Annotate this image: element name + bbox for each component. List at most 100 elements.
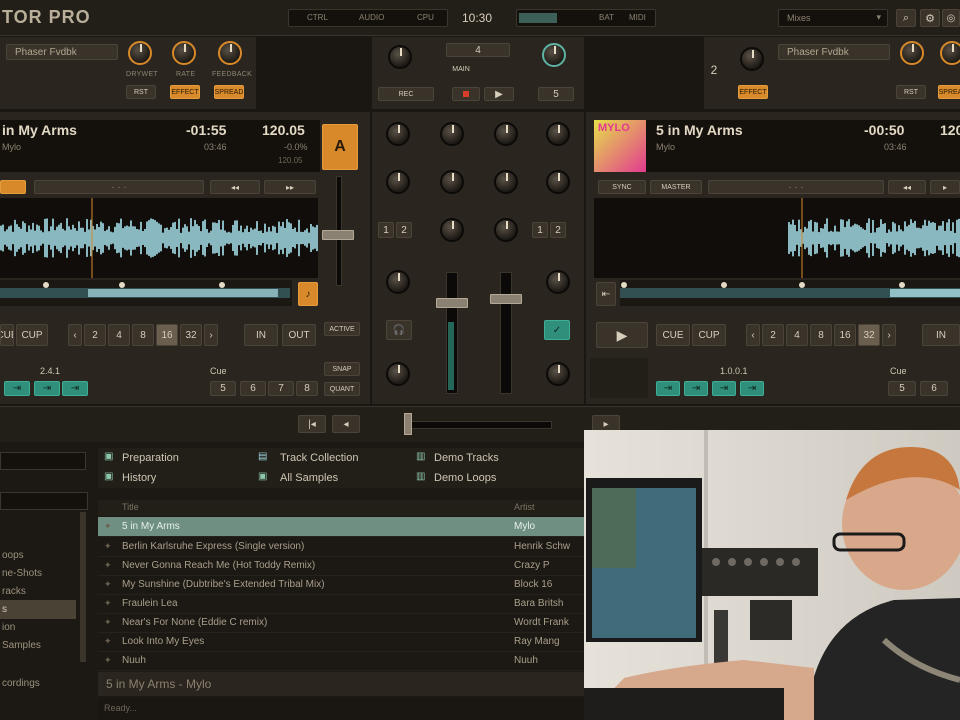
channel-fader-b-track[interactable] [500,272,512,394]
hi-knob-a[interactable] [386,170,410,194]
fx-rate-knob[interactable] [940,41,960,65]
mid-knob-c[interactable] [494,218,518,242]
hi-knob-d[interactable] [546,170,570,194]
hotcue-6[interactable]: 6 [920,381,948,396]
tree-scrollbar[interactable] [80,512,86,662]
hotcue-2[interactable]: ⇥ [684,381,708,396]
gear-icon[interactable]: ⚙ [920,9,940,27]
loop-size[interactable]: 4 [786,324,808,346]
master-small-button[interactable]: 5 [538,87,574,101]
loop-shrink[interactable]: ‹ [746,324,760,346]
fx-effect-button[interactable]: EFFECT [738,85,768,99]
fx-assign-1[interactable]: 1 [378,222,394,238]
deck-a-nav-back[interactable]: ◂ [332,415,360,433]
loop-grow[interactable]: › [204,324,218,346]
table-row[interactable]: ✦ Berlin Karlsruhe Express (Single versio… [98,537,584,557]
lo-knob-d[interactable] [546,270,570,294]
fullscreen-icon[interactable]: ◎ [942,9,960,27]
hotcue-5[interactable]: 5 [888,381,916,396]
cup-button[interactable]: CUP [692,324,726,346]
fx-rate-knob[interactable] [172,41,196,65]
table-row[interactable]: ✦ Look Into My Eyes Ray Mang [98,632,584,652]
fx-select-a[interactable]: Phaser Fvdbk [6,44,118,60]
favorite-item[interactable]: ▣ All Samples [258,470,414,486]
channel-fader-a-cap[interactable] [436,298,468,308]
table-row[interactable]: ✦ Never Gonna Reach Me (Hot Toddy Remix) C… [98,556,584,576]
beatjump-fwd[interactable]: ▸ [930,180,960,194]
loop-size[interactable]: 2 [762,324,784,346]
browser-search[interactable] [0,452,86,470]
fx-effect-button[interactable]: EFFECT [170,85,200,99]
rec-dropdown[interactable]: REC [378,87,434,101]
record-button[interactable] [452,87,480,101]
cue-toggle-b[interactable]: ✓ [544,320,570,340]
hotcue-4[interactable]: ⇥ [740,381,764,396]
loop-out-button[interactable]: OUT [282,324,316,346]
fx-assign-3[interactable]: 1 [532,222,548,238]
hi-knob-b[interactable] [440,170,464,194]
lo-knob-a[interactable] [386,270,410,294]
cue-button[interactable]: CUE [0,324,14,346]
deck-letter[interactable]: A [322,124,358,170]
flag-button[interactable]: ♪ [298,282,318,306]
gain-knob-d[interactable] [546,122,570,146]
beatjump-back[interactable]: ◂◂ [888,180,926,194]
hotcue-2[interactable]: ⇥ [34,381,60,396]
table-row[interactable]: ✦ My Sunshine (Dubtribe's Extended Tribal… [98,575,584,595]
play-button[interactable]: ▶ [596,322,648,348]
mix-knob[interactable] [542,43,566,67]
crossfader-cap[interactable] [404,413,412,435]
favorite-item[interactable]: ▤ Track Collection [258,450,414,466]
active-button[interactable]: ACTIVE [324,322,360,336]
snap-button[interactable]: SNAP [324,362,360,376]
hotcue-6[interactable]: 6 [240,381,266,396]
filter-knob-d[interactable] [546,362,570,386]
loop-shrink[interactable]: ‹ [68,324,82,346]
layout-select[interactable]: Mixes ▾ [778,9,888,27]
loop-size[interactable]: 8 [810,324,832,346]
overview-a[interactable] [0,280,292,306]
column-artist[interactable]: Artist [514,502,535,512]
mid-knob-b[interactable] [440,218,464,242]
hi-knob-c[interactable] [494,170,518,194]
favorite-item[interactable]: ▥ Demo Loops [416,470,566,486]
fx-feedback-knob[interactable] [218,41,242,65]
crossfader-track[interactable] [410,421,552,429]
table-row[interactable]: ✦ Near's For None (Eddie C remix) Wordt Fr… [98,613,584,633]
hotcue-1[interactable]: ⇥ [4,381,30,396]
fx-drywet-knob[interactable] [900,41,924,65]
fx-drywet-knob[interactable] [128,41,152,65]
overview-b[interactable] [620,280,960,306]
loop-size[interactable]: 2 [84,324,106,346]
hotcue-8[interactable]: 8 [296,381,318,396]
loop-size[interactable]: 16 [156,324,178,346]
quant-button[interactable]: QUANT [324,382,360,396]
master-button[interactable]: MASTER [650,180,702,194]
sync-button[interactable] [0,180,26,194]
search-icon[interactable]: ⌕ [896,9,916,27]
favorite-item[interactable]: ▣ History [98,470,254,486]
master-volume-knob[interactable] [388,45,412,69]
fx-b-knob[interactable] [740,47,764,71]
hotcue-7[interactable]: 7 [268,381,294,396]
favorite-item[interactable]: ▥ Demo Tracks [416,450,566,466]
gain-knob-c[interactable] [494,122,518,146]
cup-button[interactable]: CUP [16,324,48,346]
loop-size[interactable]: 16 [834,324,856,346]
loop-in-button[interactable]: IN [922,324,960,346]
sync-button[interactable]: SYNC [598,180,646,194]
hotcue-3[interactable]: ⇥ [712,381,736,396]
browser-search-2[interactable] [0,492,88,510]
beatjump-fwd[interactable]: ▸▸ [264,180,316,194]
tree-item[interactable]: racks [0,582,86,601]
play-button[interactable]: ▶ [484,87,514,101]
tree-item[interactable]: Samples [0,636,86,655]
beatjump-back[interactable]: ◂◂ [210,180,260,194]
channel-fader-b-cap[interactable] [490,294,522,304]
favorite-item[interactable]: ▣ Preparation [98,450,254,466]
loop-size[interactable]: 32 [180,324,202,346]
tree-item[interactable]: oops [0,546,86,565]
pitch-fader-cap[interactable] [322,230,354,240]
filter-knob-a[interactable] [386,362,410,386]
tree-item[interactable]: ion [0,618,86,637]
